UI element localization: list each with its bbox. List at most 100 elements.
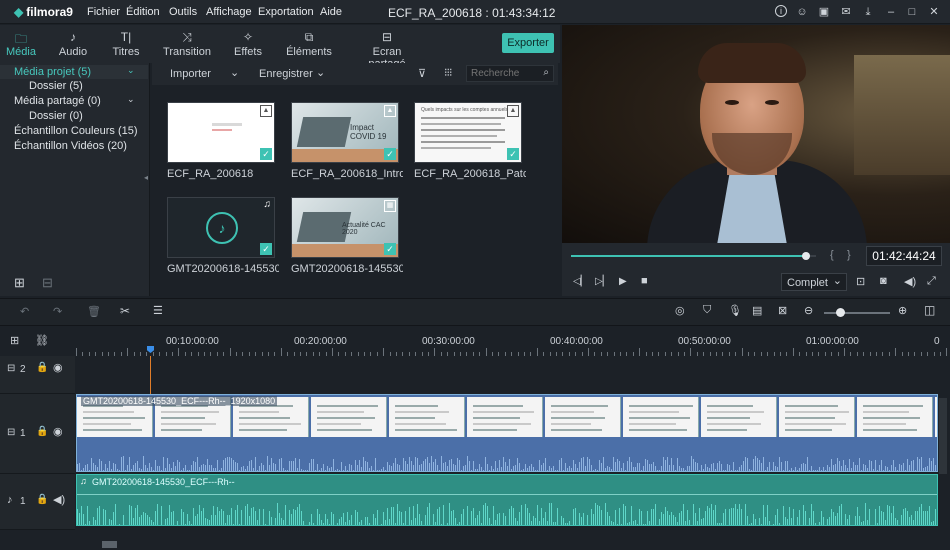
vertical-scrollbar[interactable] [939, 398, 947, 474]
marker-icon[interactable]: ⛉ [703, 304, 711, 317]
tab-media[interactable]: 🗀 Média [4, 25, 38, 63]
snap-icon[interactable]: ⊠ [778, 304, 787, 317]
menu-aide[interactable]: Aide [320, 6, 342, 18]
media-thumbnail[interactable]: Impact COVID 19 ▲ ✓ [291, 102, 399, 163]
cut-icon[interactable]: ✂ [120, 304, 130, 318]
stop-icon[interactable]: ■ [641, 275, 648, 287]
audio-clip[interactable]: ♫ GMT20200618-145530_ECF---Rh-- [76, 474, 938, 526]
volume-icon[interactable]: ◀) [53, 493, 65, 506]
info-icon[interactable]: i [775, 5, 787, 17]
waveform-bar [779, 523, 780, 525]
chevron-down-icon[interactable]: ⌄ [316, 66, 325, 79]
remove-folder-icon[interactable]: ⊟ [42, 275, 53, 291]
horizontal-scrollbar[interactable] [102, 541, 117, 548]
search-input[interactable] [467, 66, 537, 81]
fullscreen-icon[interactable]: ⤢ [927, 275, 936, 288]
chevron-down-icon[interactable]: ⌄ [127, 94, 135, 105]
tab-elements[interactable]: ⧉ Éléments [285, 25, 333, 63]
timeline-ruler[interactable]: ⊞ ⛓ 00:10:00:00 00:20:00:00 00:30:00:00 … [0, 326, 950, 356]
tab-effets[interactable]: ✧ Effets [231, 25, 265, 63]
display-settings-icon[interactable]: ⊡ [856, 275, 865, 288]
play-icon[interactable]: ▶ [619, 276, 627, 287]
media-item[interactable]: Impact COVID 19 ▲ ✓ ECF_RA_200618_Intro_… [291, 102, 403, 180]
eye-icon[interactable]: ◉ [53, 361, 63, 374]
media-item[interactable]: Quels impacts sur les comptes annuels ▲ … [414, 102, 526, 180]
panel-layout-icon[interactable]: ◫ [924, 303, 935, 317]
download-icon[interactable]: ⤓ [861, 5, 875, 19]
mark-out-icon[interactable]: } [847, 249, 851, 261]
sidebar-item-media-projet[interactable]: Média projet (5) [14, 66, 91, 78]
volume-icon[interactable]: ◀) [904, 275, 916, 288]
grid-view-icon[interactable]: ⁝⁝⁝ [444, 66, 452, 79]
sidebar-item-echantillon-couleurs[interactable]: Échantillon Couleurs (15) [14, 125, 138, 137]
waveform-bar [241, 467, 242, 471]
search-box[interactable]: ⌕ [466, 65, 554, 82]
redo-icon[interactable]: ↷ [53, 305, 62, 318]
media-thumbnail[interactable]: Quels impacts sur les comptes annuels ▲ … [414, 102, 522, 163]
mail-icon[interactable]: ✉ [839, 5, 853, 19]
tab-ecran-partage[interactable]: ⊟Ecran partagé [354, 25, 420, 70]
export-button[interactable]: Exporter [502, 33, 554, 53]
user-icon[interactable]: ☺ [795, 5, 809, 19]
import-button[interactable]: Importer [170, 68, 211, 80]
waveform-bar [693, 504, 694, 525]
delete-icon[interactable]: 🗑 [87, 305, 101, 318]
video-clip[interactable]: GMT20200618-145530_ECF---Rh--_1920x1080 [76, 394, 938, 472]
collapse-arrow-icon[interactable]: ◂ [144, 173, 148, 182]
adjust-icon[interactable]: ☰ [153, 304, 163, 317]
menu-exportation[interactable]: Exportation [258, 6, 314, 18]
camera-icon[interactable]: ◙ [880, 275, 887, 287]
previous-frame-icon[interactable]: ◁▏ [573, 276, 588, 287]
tab-transition[interactable]: ⤨ Transition [162, 25, 212, 63]
mark-in-icon[interactable]: { [830, 249, 834, 261]
chevron-down-icon[interactable]: ⌄ [127, 65, 135, 76]
search-icon[interactable]: ⌕ [543, 67, 549, 78]
sidebar-item-dossier-partage[interactable]: Dossier (0) [29, 110, 83, 122]
sidebar-item-dossier[interactable]: Dossier (5) [29, 80, 83, 92]
progress-handle[interactable] [802, 252, 811, 260]
tab-titres[interactable]: T| Titres [108, 25, 144, 63]
media-thumbnail[interactable]: ▲ ✓ [167, 102, 275, 163]
new-folder-icon[interactable]: ⊞ [14, 275, 25, 291]
maximize-icon[interactable]: □ [905, 5, 919, 19]
zoom-slider[interactable] [824, 312, 890, 314]
chevron-down-icon[interactable]: ⌄ [230, 66, 239, 79]
zoom-out-icon[interactable]: ⊖ [804, 304, 813, 317]
eye-icon[interactable]: ◉ [53, 425, 63, 438]
menu-outils[interactable]: Outils [169, 6, 197, 18]
add-track-icon[interactable]: ⊞ [10, 334, 19, 347]
sidebar-item-echantillon-videos[interactable]: Échantillon Vidéos (20) [14, 140, 127, 152]
zoom-in-icon[interactable]: ⊕ [898, 304, 907, 317]
playback-progress[interactable] [571, 255, 816, 257]
lock-icon[interactable]: 🔒 [36, 494, 48, 505]
tab-audio[interactable]: ♪ Audio [56, 25, 90, 63]
media-item[interactable]: Actualité CAC 2020 ▦ ✓ GMT20200618-14553… [291, 197, 403, 275]
save-icon[interactable]: ▣ [817, 5, 831, 19]
media-thumbnail[interactable]: Actualité CAC 2020 ▦ ✓ [291, 197, 399, 258]
sidebar-item-media-partage[interactable]: Média partagé (0) [14, 95, 101, 107]
link-icon[interactable]: ⛓ [35, 334, 49, 347]
play-pause-icon[interactable]: ▷▏ [595, 276, 610, 287]
menu-affichage[interactable]: Affichage [206, 6, 252, 18]
menu-edition[interactable]: Édition [126, 6, 160, 18]
close-icon[interactable]: ✕ [927, 5, 941, 19]
minimize-icon[interactable]: – [884, 5, 898, 19]
video-preview[interactable] [562, 25, 950, 243]
media-item[interactable]: ♪ ♫ ✓ GMT20200618-145530 [167, 197, 279, 275]
menu-fichier[interactable]: Fichier [87, 6, 120, 18]
media-thumbnail[interactable]: ♪ ♫ ✓ [167, 197, 275, 258]
waveform-bar [481, 523, 482, 525]
media-item[interactable]: ▲ ✓ ECF_RA_200618 [167, 102, 279, 180]
record-button[interactable]: Enregistrer [259, 68, 313, 80]
check-icon: ✓ [384, 243, 396, 255]
waveform-bar [437, 465, 438, 471]
quality-select[interactable]: Complet ⌄ [781, 273, 847, 291]
undo-icon[interactable]: ↶ [20, 305, 29, 318]
lock-icon[interactable]: 🔒 [36, 362, 48, 373]
voiceover-icon[interactable]: ▤ [752, 304, 762, 317]
render-icon[interactable]: ◎ [675, 304, 685, 317]
zoom-handle[interactable] [836, 308, 845, 317]
microphone-icon[interactable]: 🎙 [728, 304, 742, 317]
lock-icon[interactable]: 🔒 [36, 426, 48, 437]
filter-icon[interactable]: ⊽ [418, 67, 426, 80]
